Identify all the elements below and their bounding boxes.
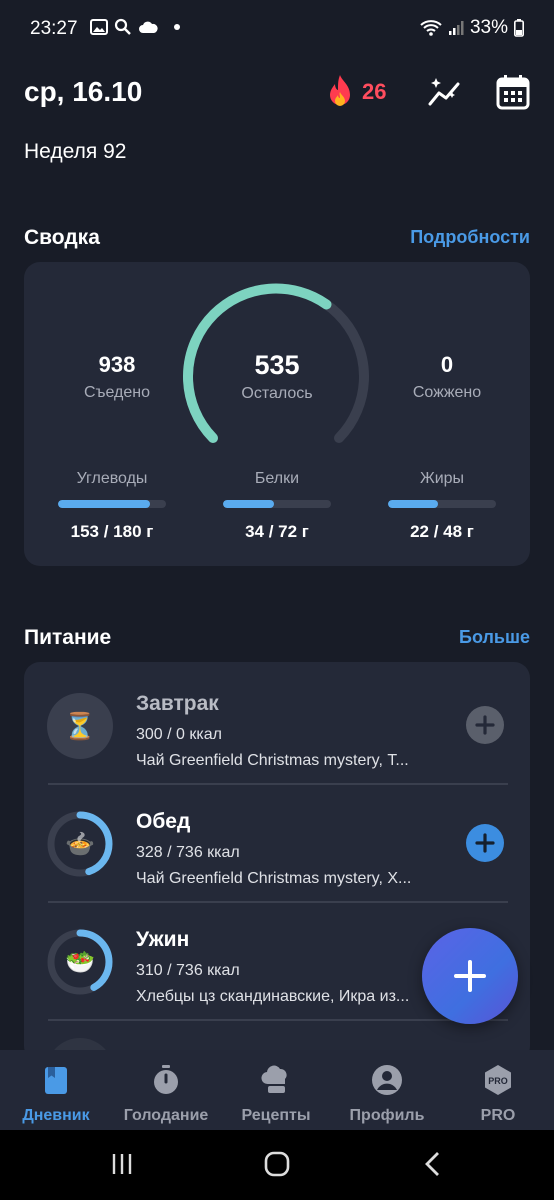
add-breakfast-button[interactable] [466, 706, 504, 744]
macro-protein: Белки 34 / 72 г [222, 470, 332, 542]
remaining-value: 535 [254, 350, 300, 380]
details-link[interactable]: Подробности [410, 227, 530, 248]
recent-apps-icon[interactable] [110, 1152, 134, 1176]
meal-kcal: 328 / 736 ккал [136, 844, 240, 861]
macro-value: 34 / 72 г [245, 522, 309, 541]
remaining-label: Осталось [241, 385, 313, 402]
macro-progress-fill [223, 500, 274, 508]
summary-card[interactable]: 938 Съедено 535 Осталось 0 Сожжено Углев… [24, 262, 530, 566]
status-notification-icons [90, 18, 182, 36]
meal-divider [48, 1019, 508, 1021]
week-label: Неделя 92 [24, 140, 127, 163]
hourglass-icon: ⏳ [63, 710, 97, 741]
meal-ring: ⏳ [46, 692, 114, 760]
nav-label: Профиль [349, 1107, 425, 1124]
macro-progress-bar [58, 500, 166, 508]
soup-bowl-icon: 🍲 [65, 830, 95, 858]
nav-label: Дневник [22, 1107, 90, 1124]
burned-label: Сожжено [412, 384, 482, 401]
svg-text:PRO: PRO [488, 1076, 508, 1086]
diary-icon [45, 1067, 67, 1094]
macro-label: Белки [254, 470, 300, 487]
stopwatch-icon [154, 1065, 178, 1094]
bottom-nav: Дневник Голодание Рецепты Профиль PRO PR… [0, 1050, 554, 1130]
macro-label: Жиры [419, 470, 465, 487]
sparkle-chart-icon [428, 78, 460, 106]
meal-name: Завтрак [136, 692, 219, 715]
meal-kcal: 300 / 0 ккал [136, 726, 222, 743]
meal-kcal: 310 / 736 ккал [136, 962, 240, 979]
battery-percent: 33% [469, 17, 508, 38]
meal-lunch[interactable]: 🍲 Обед 328 / 736 ккал Чай Greenfield Chr… [24, 786, 530, 902]
nutrition-title: Питание [24, 626, 112, 649]
macro-progress-bar [223, 500, 331, 508]
status-bar: 23:27 33% [0, 0, 554, 60]
calendar-icon [496, 75, 530, 110]
meal-divider [48, 783, 508, 785]
meal-ring: 🍲 [46, 810, 114, 878]
home-icon[interactable] [264, 1151, 290, 1177]
system-nav-bar [0, 1130, 554, 1200]
add-lunch-button[interactable] [466, 824, 504, 862]
cloud-icon [139, 21, 158, 33]
current-date[interactable]: ср, 16.10 [24, 76, 142, 108]
back-icon[interactable] [422, 1151, 442, 1177]
battery-icon [514, 19, 524, 37]
meal-divider [48, 901, 508, 903]
macro-progress-fill [388, 500, 438, 508]
eaten-value: 938 [98, 352, 136, 377]
chef-hat-icon [261, 1065, 287, 1093]
search-icon [114, 18, 131, 35]
nav-label: Рецепты [241, 1107, 311, 1124]
nav-pro[interactable]: PRO PRO [443, 1050, 553, 1130]
nav-label: PRO [480, 1107, 516, 1124]
meal-breakfast[interactable]: ⏳ Завтрак 300 / 0 ккал Чай Greenfield Ch… [24, 668, 530, 784]
profile-icon [372, 1065, 402, 1095]
wifi-icon [420, 20, 442, 36]
macro-progress-bar [388, 500, 496, 508]
plus-icon [475, 833, 495, 853]
macro-progress-fill [58, 500, 150, 508]
plus-icon [454, 960, 486, 992]
more-link[interactable]: Больше [459, 627, 530, 648]
flame-icon [330, 75, 350, 106]
macro-label: Углеводы [76, 470, 148, 487]
macro-value: 22 / 48 г [410, 522, 474, 541]
nav-label: Голодание [123, 1107, 209, 1124]
streak-count: 26 [362, 79, 387, 104]
macro-carbs: Углеводы 153 / 180 г [57, 470, 167, 542]
streak-counter[interactable]: 26 [324, 74, 386, 110]
meal-items: Чай Greenfield Christmas mystery, Т... [136, 752, 409, 769]
nav-recipes[interactable]: Рецепты [221, 1050, 331, 1130]
add-food-fab[interactable] [422, 928, 518, 1024]
eaten-label: Съедено [83, 384, 151, 401]
status-right: 33% [420, 17, 524, 39]
plus-icon [475, 715, 495, 735]
macro-value: 153 / 180 г [70, 522, 154, 541]
salad-icon: 🥗 [65, 948, 95, 976]
macro-fat: Жиры 22 / 48 г [387, 470, 497, 542]
meal-name: Ужин [136, 928, 190, 951]
meal-items: Хлебцы цз скандинавские, Икра из... [136, 988, 410, 1005]
meal-ring: 🥗 [46, 928, 114, 996]
burned-value: 0 [440, 352, 454, 377]
status-time: 23:27 [30, 18, 78, 39]
meal-items: Чай Greenfield Christmas mystery, Х... [136, 870, 412, 887]
dot-icon [174, 24, 180, 30]
summary-title: Сводка [24, 226, 100, 249]
meal-name: Обед [136, 810, 191, 833]
signal-icon [448, 21, 464, 35]
nav-diary[interactable]: Дневник [1, 1050, 111, 1130]
gallery-icon [90, 19, 108, 35]
trends-button[interactable] [426, 74, 462, 110]
nav-profile[interactable]: Профиль [332, 1050, 442, 1130]
pro-badge-icon: PRO [485, 1065, 511, 1095]
nav-fasting[interactable]: Голодание [111, 1050, 221, 1130]
calendar-button[interactable] [496, 74, 532, 110]
